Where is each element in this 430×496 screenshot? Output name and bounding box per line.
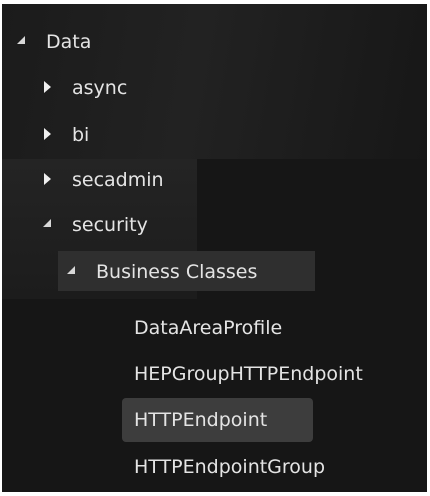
- tree-node-label: Business Classes: [96, 261, 258, 283]
- tree-view: Data async bi secadmin security Business…: [2, 4, 427, 492]
- expand-arrow-icon[interactable]: [66, 252, 80, 292]
- tree-node-label: secadmin: [72, 169, 164, 191]
- tree-node-label: async: [72, 77, 128, 99]
- collapse-arrow-icon[interactable]: [42, 68, 56, 108]
- tree-node-label: HTTPEndpointGroup: [134, 456, 326, 478]
- tree-node-label: security: [72, 214, 148, 236]
- expand-arrow-icon[interactable]: [42, 205, 56, 245]
- tree-node-label: HTTPEndpoint: [134, 409, 268, 431]
- collapse-arrow-icon[interactable]: [42, 160, 56, 200]
- tree-node-label: HEPGroupHTTPEndpoint: [134, 363, 363, 385]
- tree-node-label: bi: [72, 124, 90, 146]
- tree-node-label: Data: [46, 31, 92, 53]
- tree-node-label: DataAreaProfile: [134, 317, 283, 339]
- collapse-arrow-icon[interactable]: [42, 115, 56, 155]
- expand-arrow-icon[interactable]: [16, 22, 30, 62]
